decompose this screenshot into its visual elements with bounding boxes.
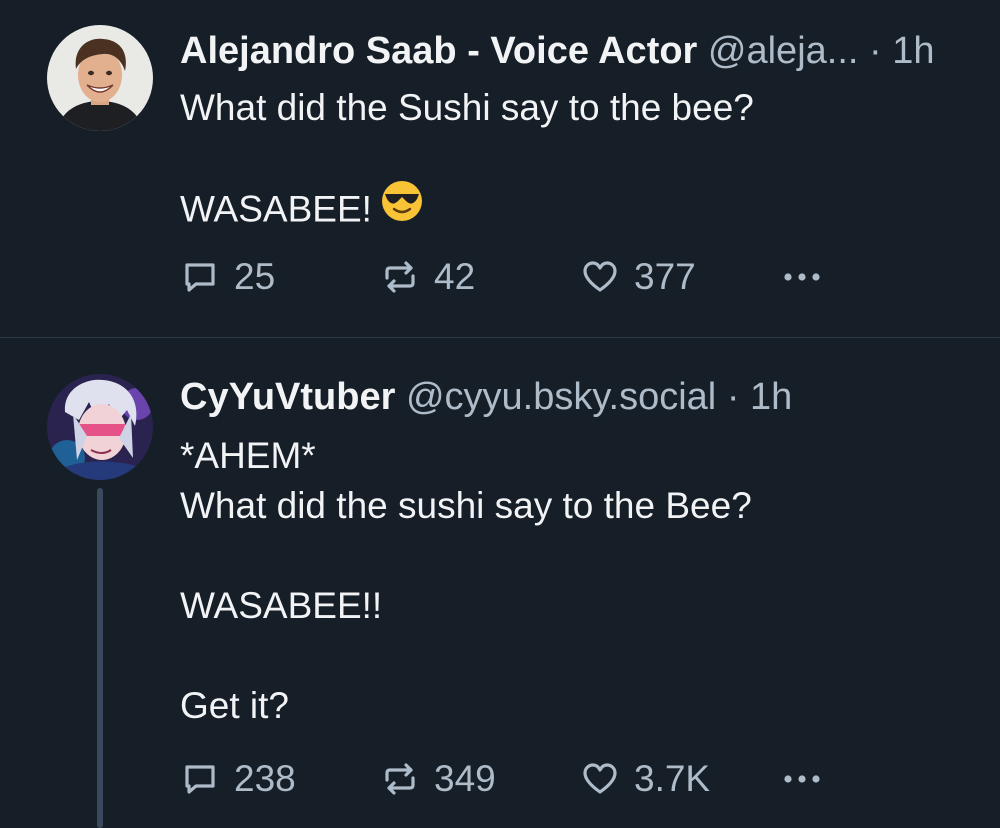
handle[interactable]: @cyyu.bsky.social: [406, 376, 716, 418]
display-name[interactable]: CyYuVtuber: [180, 376, 395, 418]
avatar[interactable]: [47, 374, 153, 480]
repost-arrows-icon: [380, 257, 420, 297]
like-button[interactable]: 377: [580, 252, 696, 302]
repost-button[interactable]: 349: [380, 754, 496, 804]
post-text-line: *AHEM*: [180, 435, 316, 476]
post-actions: 238 349 3.7K: [180, 754, 860, 804]
post-item[interactable]: CyYuVtuber @cyyu.bsky.social · 1h *AHEM*…: [0, 338, 1000, 828]
more-options-button[interactable]: [778, 252, 826, 302]
post-text-blank-line: [180, 631, 752, 681]
display-name[interactable]: Alejandro Saab - Voice Actor: [180, 30, 697, 72]
separator-dot: ·: [869, 30, 882, 72]
post-text-line-with-emoji: WASABEE!: [180, 181, 754, 233]
post-text-line: WASABEE!!: [180, 585, 383, 626]
more-dots-icon: [778, 257, 826, 297]
reply-button[interactable]: 25: [180, 252, 275, 302]
like-count: 377: [634, 256, 696, 297]
handle[interactable]: @aleja...: [708, 30, 859, 72]
smiling-face-with-sunglasses-icon: [380, 179, 424, 236]
post-actions: 25 42 377: [180, 252, 860, 302]
thread-line: [97, 488, 103, 828]
reply-button[interactable]: 238: [180, 754, 296, 804]
more-dots-icon: [778, 759, 826, 799]
post-text-line: What did the Sushi say to the bee?: [180, 87, 754, 128]
post-text-line: Get it?: [180, 685, 289, 726]
timestamp[interactable]: 1h: [750, 376, 792, 418]
timestamp[interactable]: 1h: [892, 30, 934, 72]
more-options-button[interactable]: [778, 754, 826, 804]
post-header: CyYuVtuber @cyyu.bsky.social · 1h: [180, 374, 792, 420]
like-button[interactable]: 3.7K: [580, 754, 710, 804]
post-text: *AHEM* What did the sushi say to the Bee…: [180, 431, 752, 731]
post-item[interactable]: Alejandro Saab - Voice Actor @aleja... ·…: [0, 0, 1000, 337]
like-count: 3.7K: [634, 758, 711, 799]
avatar[interactable]: [47, 25, 153, 131]
post-text-line: What did the sushi say to the Bee?: [180, 485, 752, 526]
reply-count: 25: [234, 256, 276, 297]
post-text-blank-line: [180, 133, 754, 183]
repost-count: 42: [434, 256, 476, 297]
reply-count: 238: [234, 758, 296, 799]
repost-count: 349: [434, 758, 496, 799]
heart-icon: [580, 759, 620, 799]
post-text: What did the Sushi say to the bee? WASAB…: [180, 83, 754, 233]
post-header: Alejandro Saab - Voice Actor @aleja... ·…: [180, 28, 935, 74]
repost-arrows-icon: [380, 759, 420, 799]
separator-dot: ·: [726, 376, 740, 418]
speech-bubble-icon: [180, 257, 220, 297]
speech-bubble-icon: [180, 759, 220, 799]
post-text-blank-line: [180, 531, 752, 581]
heart-icon: [580, 257, 620, 297]
post-text-line: WASABEE!: [180, 188, 372, 230]
repost-button[interactable]: 42: [380, 252, 475, 302]
